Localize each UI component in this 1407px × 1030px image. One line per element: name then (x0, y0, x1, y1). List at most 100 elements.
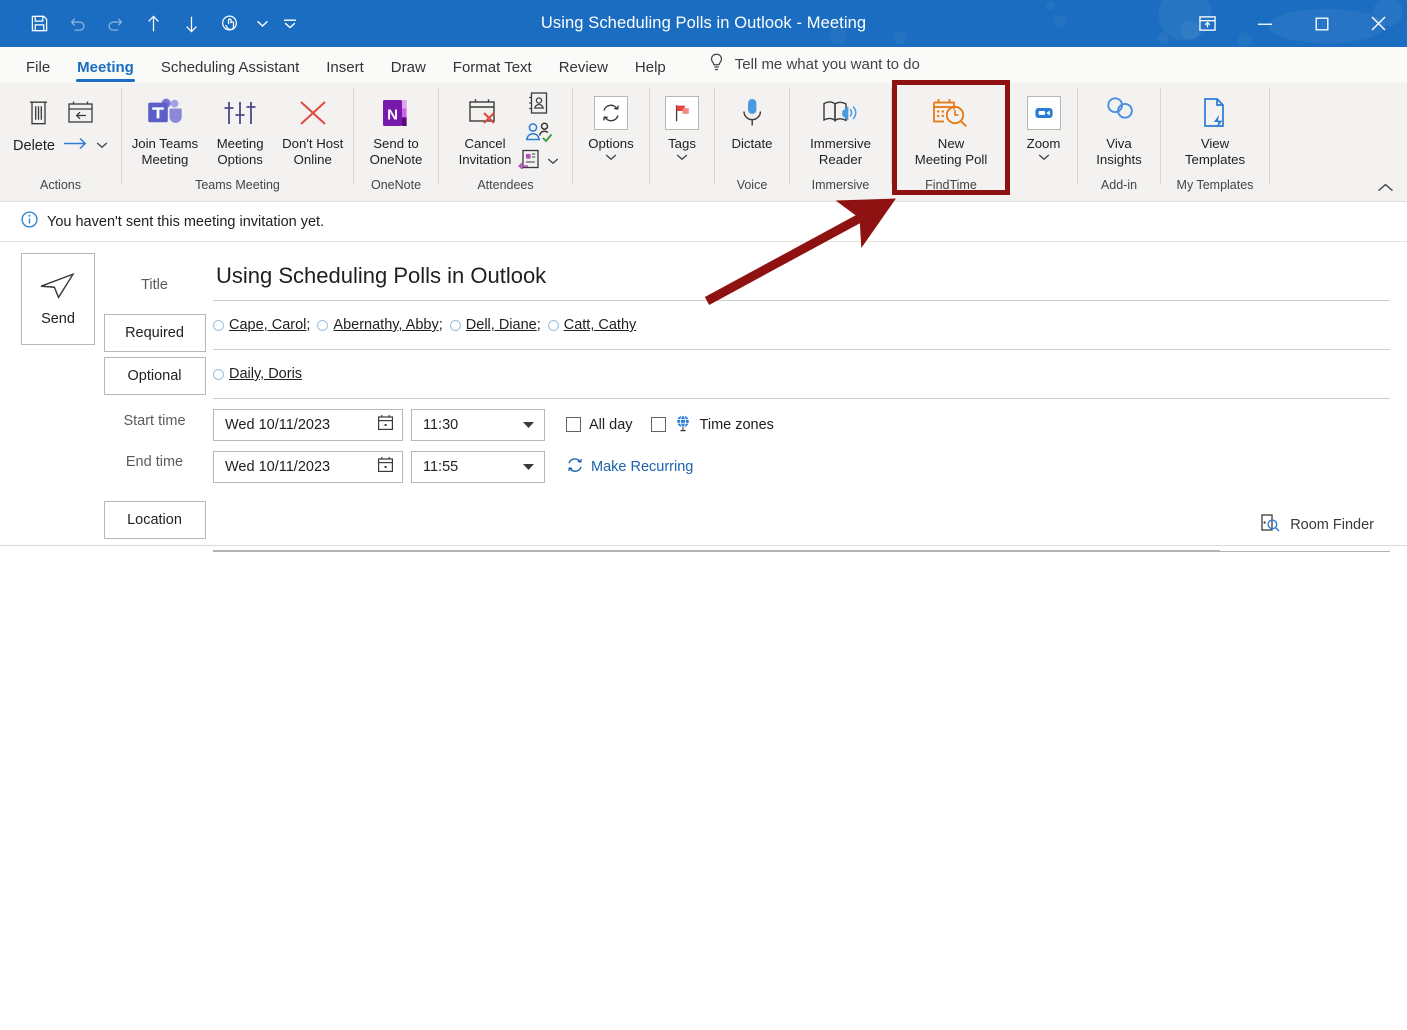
immersive-reader-button[interactable]: Immersive Reader (796, 87, 886, 168)
tab-format-text[interactable]: Format Text (441, 56, 544, 83)
tab-scheduling-assistant[interactable]: Scheduling Assistant (149, 56, 311, 83)
ribbon-display-options-button[interactable] (1179, 0, 1236, 47)
address-book-icon[interactable] (528, 91, 550, 120)
meeting-options-button[interactable]: Meeting Options (205, 87, 275, 168)
delete-button-label[interactable]: Delete (13, 138, 55, 154)
tell-me-search[interactable]: Tell me what you want to do (709, 53, 920, 83)
group-label-addin: Add-in (1100, 178, 1138, 192)
tags-chevron-down-icon[interactable] (676, 153, 688, 164)
view-templates-button[interactable]: View Templates (1167, 87, 1263, 168)
end-time-input[interactable]: 11:55 (411, 450, 545, 483)
previous-item-icon[interactable] (134, 5, 172, 43)
touch-mode-dropdown-icon[interactable] (248, 5, 276, 43)
room-finder-icon (1260, 513, 1280, 537)
attendee-chip[interactable]: Daily, Doris (213, 366, 302, 382)
response-options-icon[interactable] (525, 121, 553, 148)
required-attendees-button[interactable]: Required (103, 314, 206, 352)
attendee-name[interactable]: Dell, Diane (466, 317, 537, 333)
redo-icon[interactable] (96, 5, 134, 43)
viva-insights-label: Viva Insights (1096, 136, 1142, 167)
viva-insights-icon (1101, 90, 1137, 136)
attendee-chip[interactable]: Catt, Cathy (547, 317, 637, 333)
join-teams-meeting-button[interactable]: Join Teams Meeting (125, 87, 205, 168)
start-time-input[interactable]: 11:30 (411, 408, 545, 441)
start-date-input[interactable]: Wed 10/11/2023 (213, 408, 403, 441)
collapse-ribbon-button[interactable] (1377, 181, 1394, 196)
close-button[interactable] (1350, 0, 1407, 47)
calendar-picker-icon[interactable] (377, 414, 394, 435)
meeting-title-value[interactable]: Using Scheduling Polls in Outlook (213, 263, 546, 289)
attendee-separator: ; (536, 317, 541, 333)
ribbon-group-attendees: Cancel Invitation Attendees (439, 83, 572, 202)
checkbox-box[interactable] (650, 417, 666, 432)
group-label-attendees: Attendees (477, 178, 534, 192)
title-label: Title (141, 276, 168, 293)
contact-card-icon[interactable] (518, 149, 540, 174)
tags-button[interactable]: Tags (656, 87, 708, 164)
calendar-picker-icon[interactable] (377, 456, 394, 477)
send-to-onenote-button[interactable]: N Send to OneNote (362, 87, 430, 168)
attendee-chip[interactable]: Abernathy, Abby ; (317, 317, 449, 333)
viva-insights-button[interactable]: Viva Insights (1084, 87, 1154, 168)
minimize-button[interactable] (1236, 0, 1293, 47)
end-date-input[interactable]: Wed 10/11/2023 (213, 450, 403, 483)
location-row[interactable]: Room Finder (213, 499, 1390, 552)
maximize-button[interactable] (1293, 0, 1350, 47)
zoom-button[interactable]: Zoom (1018, 87, 1070, 164)
options-chevron-down-icon[interactable] (605, 153, 617, 164)
make-recurring-button[interactable]: Make Recurring (566, 456, 693, 478)
optional-attendees-button[interactable]: Optional (103, 357, 206, 395)
ribbon-group-voice: Dictate Voice (715, 83, 789, 202)
tags-label: Tags (668, 136, 696, 151)
onenote-icon: N (379, 90, 413, 136)
attendee-name[interactable]: Cape, Carol (229, 317, 306, 333)
attendee-name[interactable]: Daily, Doris (229, 366, 302, 382)
cancel-invitation-button[interactable]: Cancel Invitation (452, 87, 519, 168)
dictate-button[interactable]: Dictate (724, 87, 779, 152)
customize-quick-access-toolbar-icon[interactable] (276, 5, 304, 43)
tab-review[interactable]: Review (547, 56, 620, 83)
room-finder-button[interactable]: Room Finder (1260, 513, 1374, 537)
touch-mode-icon[interactable] (210, 5, 248, 43)
ribbon-group-zoom: Zoom (1010, 83, 1077, 202)
view-templates-icon (1199, 90, 1231, 136)
required-attendees-row[interactable]: Cape, Carol ; Abernathy, Abby ; Dell, Di… (213, 301, 1390, 350)
dont-host-online-button[interactable]: Don't Host Online (275, 87, 350, 168)
trash-icon[interactable] (26, 90, 51, 134)
tab-insert[interactable]: Insert (314, 56, 376, 83)
title-row[interactable]: Using Scheduling Polls in Outlook (213, 251, 1390, 301)
new-meeting-poll-button[interactable]: New Meeting Poll (898, 87, 1004, 168)
tab-help[interactable]: Help (623, 56, 678, 83)
attendee-chip[interactable]: Cape, Carol ; (213, 317, 317, 333)
ribbon-group-onenote: N Send to OneNote OneNote (354, 83, 438, 202)
info-bar: You haven't sent this meeting invitation… (0, 202, 1407, 242)
checkbox-box[interactable] (566, 417, 581, 432)
chevron-down-icon[interactable] (522, 417, 535, 433)
ribbon-group-tags: Tags (650, 83, 714, 202)
attendee-name[interactable]: Abernathy, Abby (333, 317, 438, 333)
location-button[interactable]: Location (103, 501, 206, 539)
optional-attendees-row[interactable]: Daily, Doris (213, 350, 1390, 399)
send-button[interactable]: Send (21, 253, 95, 345)
attendee-separator: ; (306, 317, 311, 333)
time-zones-checkbox[interactable]: Time zones (650, 414, 774, 436)
attendee-name[interactable]: Catt, Cathy (564, 317, 637, 333)
forward-arrow-icon[interactable] (62, 135, 89, 156)
group-label-actions: Actions (40, 178, 81, 192)
attendee-chip[interactable]: Dell, Diane ; (449, 317, 548, 333)
move-to-folder-icon[interactable] (67, 90, 94, 134)
options-button[interactable]: Options (581, 87, 640, 164)
zoom-chevron-down-icon[interactable] (1038, 153, 1050, 164)
all-day-checkbox[interactable]: All day (566, 417, 633, 433)
tab-meeting[interactable]: Meeting (65, 56, 146, 83)
actions-chevron-down-icon[interactable] (96, 141, 108, 152)
options-refresh-icon-wrap (593, 90, 628, 136)
undo-icon[interactable] (58, 5, 96, 43)
tab-draw[interactable]: Draw (379, 56, 438, 83)
tab-file[interactable]: File (14, 56, 62, 83)
next-item-icon[interactable] (172, 5, 210, 43)
chevron-down-icon[interactable] (522, 459, 535, 475)
save-icon[interactable] (20, 5, 58, 43)
attendees-chevron-down-icon[interactable] (547, 157, 559, 168)
presence-icon (547, 319, 559, 331)
